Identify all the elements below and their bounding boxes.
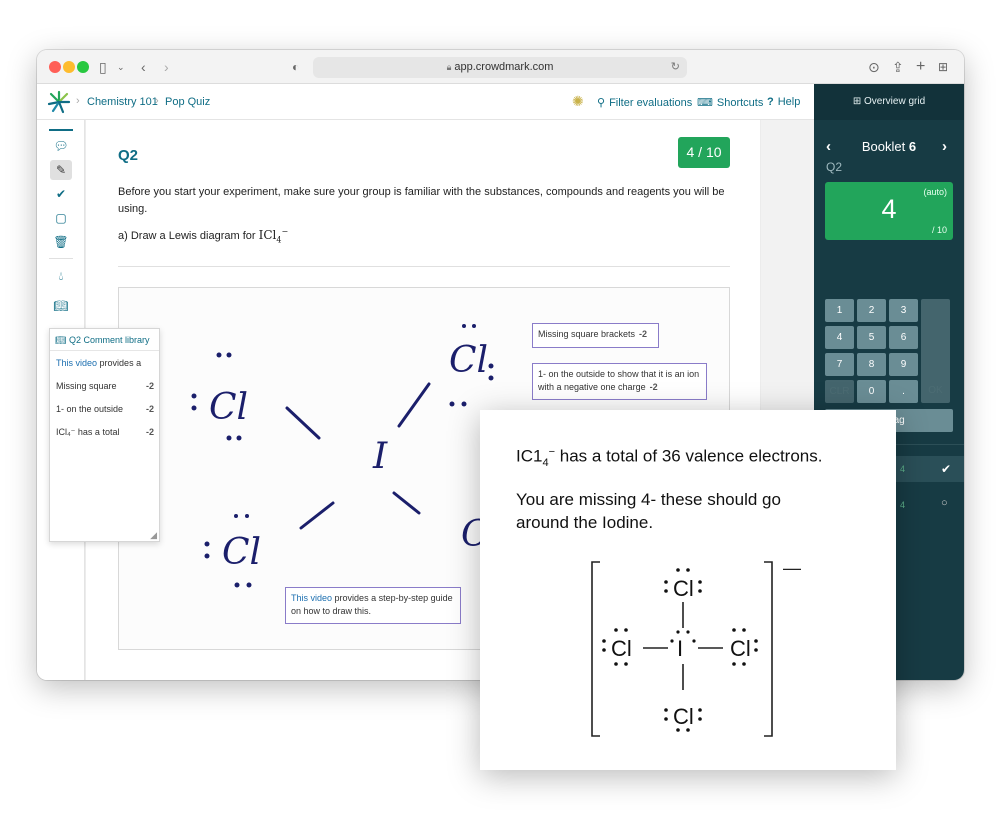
question-score-badge[interactable]: 4 / 10 [678, 137, 730, 168]
annotation-negative-charge[interactable]: 1- on the outside to show that it is an … [532, 363, 707, 400]
help-link[interactable]: ? Help [767, 96, 800, 108]
lock-icon: 🔒︎ [446, 62, 452, 72]
comment-library-panel: 📖︎ Q2 Comment library This video provide… [49, 328, 160, 542]
app-header: › Chemistry 101 › Pop Quiz ✺ ⚲ Filter eva… [37, 84, 814, 120]
pen-tool-icon[interactable]: ✎ [50, 160, 72, 180]
shield-icon[interactable]: ◐ [292, 59, 299, 75]
breadcrumb-separator: › [155, 95, 159, 107]
annotation-video[interactable]: This video provides a step-by-step guide… [285, 587, 461, 624]
ligand-right: Cl [730, 636, 751, 661]
grid-icon: ⊞ [852, 96, 865, 107]
close-window-button[interactable] [49, 61, 61, 73]
key-9[interactable]: 9 [889, 353, 918, 376]
key-clear[interactable]: CLR [825, 380, 854, 403]
key-2[interactable]: 2 [857, 299, 886, 322]
book-icon: 📖︎ [55, 335, 69, 345]
question-label: Q2 [118, 147, 139, 164]
handwritten-i: I [372, 436, 388, 477]
ligand-bottom: Cl [673, 704, 694, 729]
sidebar-toggle-icon[interactable]: ▯ [99, 59, 107, 75]
library-comment[interactable]: Missing square -2 [56, 381, 156, 391]
gear-status-icon[interactable]: ✺ [572, 93, 584, 110]
checkmark-tool-icon[interactable]: ✔ [50, 184, 72, 204]
score-display: (auto) 4 / 10 [825, 182, 953, 240]
trash-icon[interactable]: 🗑︎ [50, 232, 72, 252]
video-link[interactable]: This video [291, 593, 332, 603]
lewis-structure-diagram: — Cl Cl Cl Cl I [591, 558, 801, 737]
right-bracket [764, 561, 773, 737]
help-icon: ? [767, 96, 774, 108]
feedback-line-1: IC14− has a total of 36 valence electron… [516, 446, 823, 470]
key-6[interactable]: 6 [889, 326, 918, 349]
address-bar[interactable]: 🔒︎ app.crowdmark.com ↻ [313, 57, 687, 78]
empty-circle-icon: ○ [941, 497, 948, 509]
question-part: a) Draw a Lewis diagram for ICl4− [118, 227, 289, 245]
crowdmark-logo-icon[interactable] [47, 90, 71, 114]
zoom-window-button[interactable] [77, 61, 89, 73]
key-1[interactable]: 1 [825, 299, 854, 322]
keyboard-icon: ⌨ [697, 97, 713, 109]
minimize-window-button[interactable] [63, 61, 75, 73]
panel-question-label: Q2 [826, 160, 843, 174]
breadcrumb-separator: › [76, 95, 80, 107]
key-decimal[interactable]: . [889, 380, 918, 403]
divider [49, 258, 73, 259]
share-icon[interactable]: ⇪ [892, 59, 904, 75]
overview-grid-button[interactable]: ⊞ Overview grid [814, 84, 964, 120]
key-7[interactable]: 7 [825, 353, 854, 376]
color-drop-icon[interactable]: 💧︎ [50, 266, 72, 286]
tool-rail-indicator [49, 129, 73, 131]
divider [118, 266, 730, 267]
reload-icon[interactable]: ↻ [671, 57, 680, 78]
breadcrumb-assessment[interactable]: Pop Quiz [165, 96, 210, 108]
browser-titlebar: ▯ ⌄ ‹ › ◐ 🔒︎ app.crowdmark.com ↻ ⊙ ⇪ + ⊞ [37, 50, 964, 84]
question-text: Before you start your experiment, make s… [118, 186, 725, 215]
handwritten-cl-2: Cl [449, 340, 488, 381]
check-circle-icon: ✔ [941, 462, 952, 476]
key-ok[interactable]: OK [921, 299, 950, 403]
key-4[interactable]: 4 [825, 326, 854, 349]
resize-handle-icon[interactable]: ◢ [150, 530, 157, 541]
comment-tool-icon[interactable]: 💬︎ [50, 136, 72, 156]
search-icon: ⚲ [597, 97, 606, 109]
annotation-missing-brackets[interactable]: Missing square brackets -2 [532, 323, 659, 348]
rectangle-tool-icon[interactable]: ▢ [50, 208, 72, 228]
formula: ICl4− [258, 227, 289, 245]
ligand-left: Cl [611, 636, 632, 661]
forward-icon[interactable]: › [164, 59, 169, 75]
library-comment[interactable]: ICl₄⁻ has a total -2 [56, 427, 156, 438]
feedback-line-2: You are missing 4- these should go [516, 490, 781, 509]
tab-overview-icon[interactable]: ⊞ [938, 59, 948, 75]
feedback-line-3: around the Iodine. [516, 513, 654, 532]
next-booklet-icon[interactable]: › [942, 138, 947, 155]
filter-evaluations-link[interactable]: ⚲ Filter evaluations [597, 96, 692, 109]
ion-charge: — [783, 558, 801, 578]
shortcuts-link[interactable]: ⌨ Shortcuts [697, 96, 763, 109]
comment-library-header: 📖︎ Q2 Comment library [50, 329, 159, 351]
key-5[interactable]: 5 [857, 326, 886, 349]
new-tab-icon[interactable]: + [916, 59, 925, 75]
chevron-down-icon[interactable]: ⌄ [117, 59, 125, 75]
center-atom: I [677, 636, 683, 661]
library-comment[interactable]: 1- on the outside -2 [56, 404, 156, 414]
back-icon[interactable]: ‹ [141, 59, 146, 75]
handwritten-cl-1: Cl [209, 387, 248, 428]
breadcrumb-course[interactable]: Chemistry 101 [87, 96, 158, 108]
download-icon[interactable]: ⊙ [868, 59, 880, 75]
key-3[interactable]: 3 [889, 299, 918, 322]
key-8[interactable]: 8 [857, 353, 886, 376]
left-bracket [591, 561, 600, 737]
feedback-popup: IC14− has a total of 36 valence electron… [480, 410, 896, 770]
handwritten-cl-3: Cl [222, 532, 261, 573]
library-comment[interactable]: This video provides a [56, 358, 156, 368]
key-0[interactable]: 0 [857, 380, 886, 403]
ligand-top: Cl [673, 576, 694, 601]
comment-library-icon[interactable]: 📖︎ [50, 296, 72, 316]
